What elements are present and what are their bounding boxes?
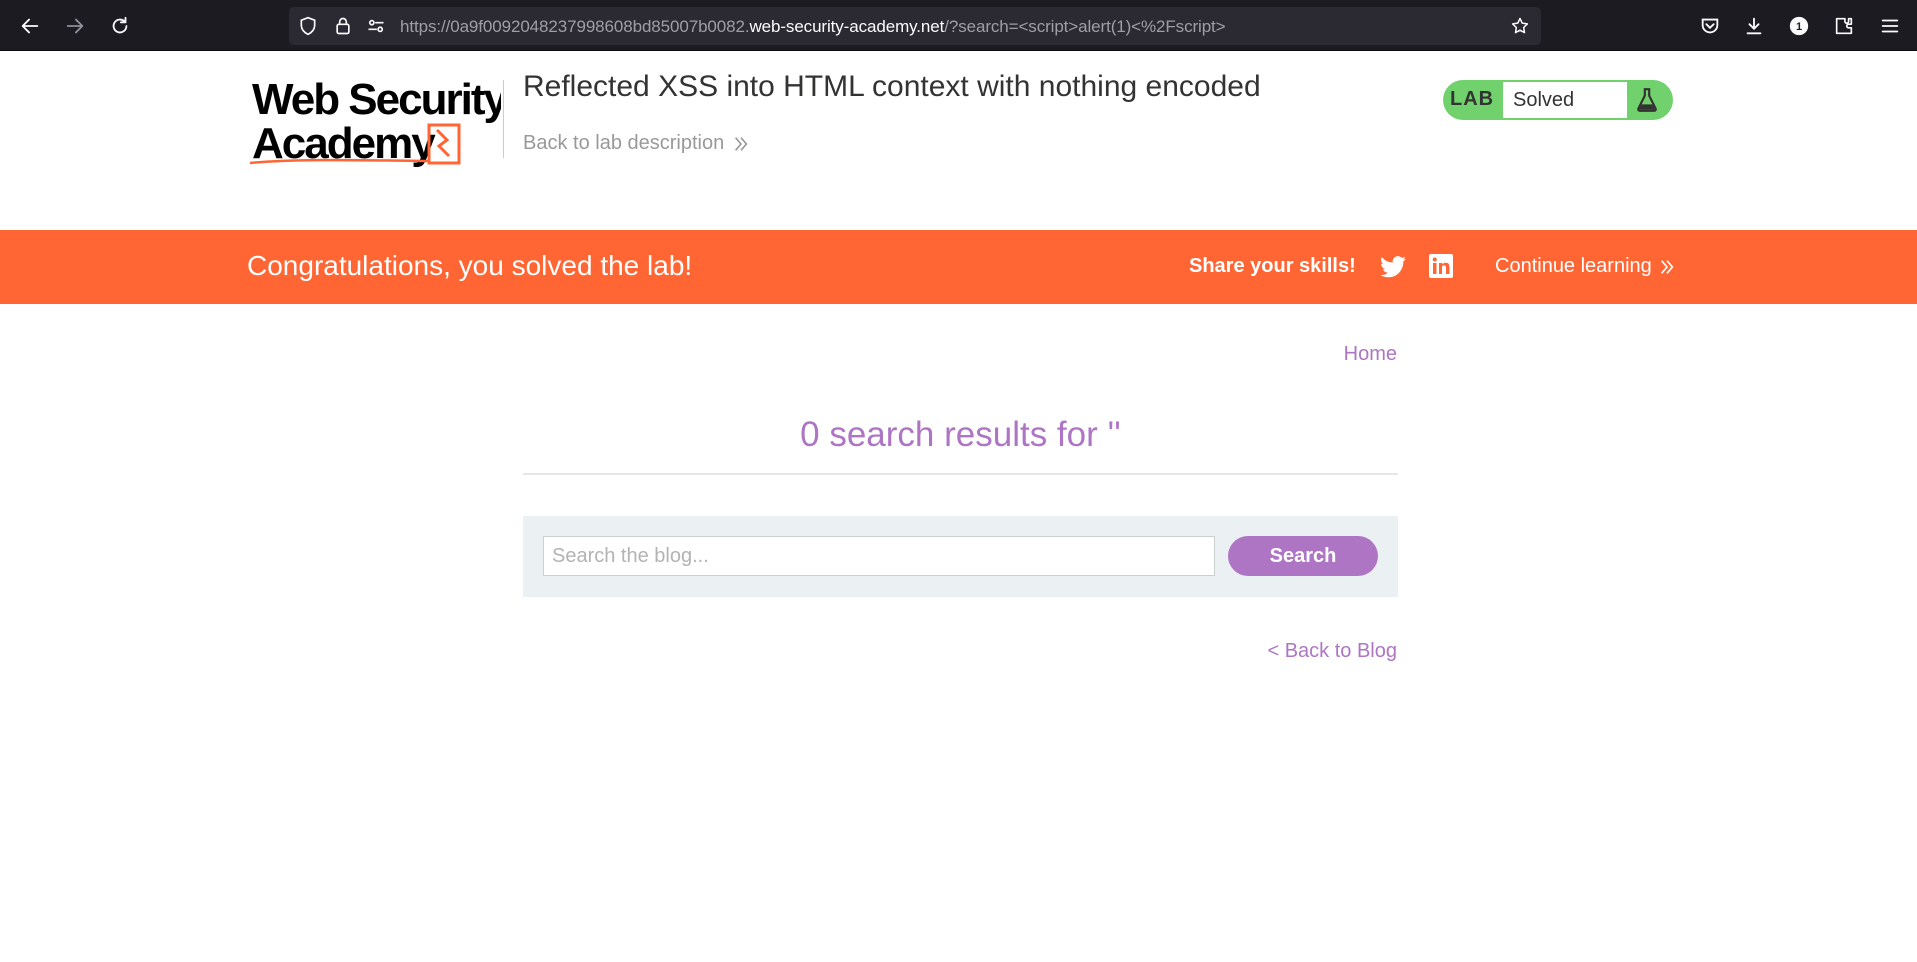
web-security-academy-logo[interactable]: Web Security Academy xyxy=(249,75,510,170)
flask-icon xyxy=(1637,88,1657,112)
url-text[interactable]: https://0a9f0092048237998608bd85007b0082… xyxy=(400,17,1226,37)
back-to-blog-link[interactable]: < Back to Blog xyxy=(1267,640,1397,663)
share-skills-label: Share your skills! xyxy=(1189,255,1356,277)
menu-icon[interactable] xyxy=(1877,13,1903,39)
bookmark-star-icon[interactable] xyxy=(1510,16,1530,36)
account-icon[interactable]: 1 xyxy=(1786,13,1812,39)
lab-solved-banner: Congratulations, you solved the lab! Sha… xyxy=(0,230,1917,304)
lab-status-value: Solved xyxy=(1503,82,1627,118)
logo-line1: Web Security xyxy=(252,78,501,124)
double-chevron-right-icon xyxy=(1660,259,1674,274)
back-arrow-icon[interactable] xyxy=(17,13,43,39)
congratulations-message: Congratulations, you solved the lab! xyxy=(247,250,693,281)
url-prefix: https://0a9f0092048237998608bd85007b0082… xyxy=(400,17,750,36)
lab-title: Reflected XSS into HTML context with not… xyxy=(523,70,1261,103)
twitter-icon[interactable] xyxy=(1380,255,1406,279)
address-bar[interactable]: https://0a9f0092048237998608bd85007b0082… xyxy=(289,7,1541,45)
back-to-lab-description-link[interactable]: Back to lab description xyxy=(523,132,750,155)
double-chevron-right-icon xyxy=(735,136,748,151)
pocket-icon[interactable] xyxy=(1697,13,1723,39)
home-link[interactable]: Home xyxy=(1344,343,1397,366)
lab-status-label: LAB xyxy=(1450,88,1495,110)
search-results-heading: 0 search results for '' xyxy=(800,415,1121,454)
logo-mark-zigzag xyxy=(435,128,451,158)
back-link-label: Back to lab description xyxy=(523,132,725,154)
lock-icon[interactable] xyxy=(333,16,353,36)
search-input[interactable] xyxy=(543,536,1215,576)
url-host: web-security-academy.net xyxy=(749,17,945,36)
reload-icon[interactable] xyxy=(107,13,133,39)
permissions-icon[interactable] xyxy=(366,16,386,36)
search-form: Search xyxy=(523,516,1398,597)
continue-learning-label: Continue learning xyxy=(1495,255,1652,277)
continue-learning-link[interactable]: Continue learning xyxy=(1495,255,1676,278)
search-button[interactable]: Search xyxy=(1228,536,1378,576)
extensions-icon[interactable] xyxy=(1831,13,1857,39)
results-divider xyxy=(523,473,1398,475)
download-icon[interactable] xyxy=(1741,13,1767,39)
header-divider xyxy=(503,80,504,158)
shield-icon[interactable] xyxy=(298,16,318,36)
extension-badge: 1 xyxy=(1796,21,1802,33)
linkedin-icon[interactable] xyxy=(1429,254,1453,278)
forward-arrow-icon[interactable] xyxy=(62,13,88,39)
lab-status-widget: LAB Solved xyxy=(1443,80,1673,120)
url-suffix: /?search=<script>alert(1)<%2Fscript> xyxy=(944,17,1226,36)
browser-toolbar: https://0a9f0092048237998608bd85007b0082… xyxy=(0,0,1917,51)
